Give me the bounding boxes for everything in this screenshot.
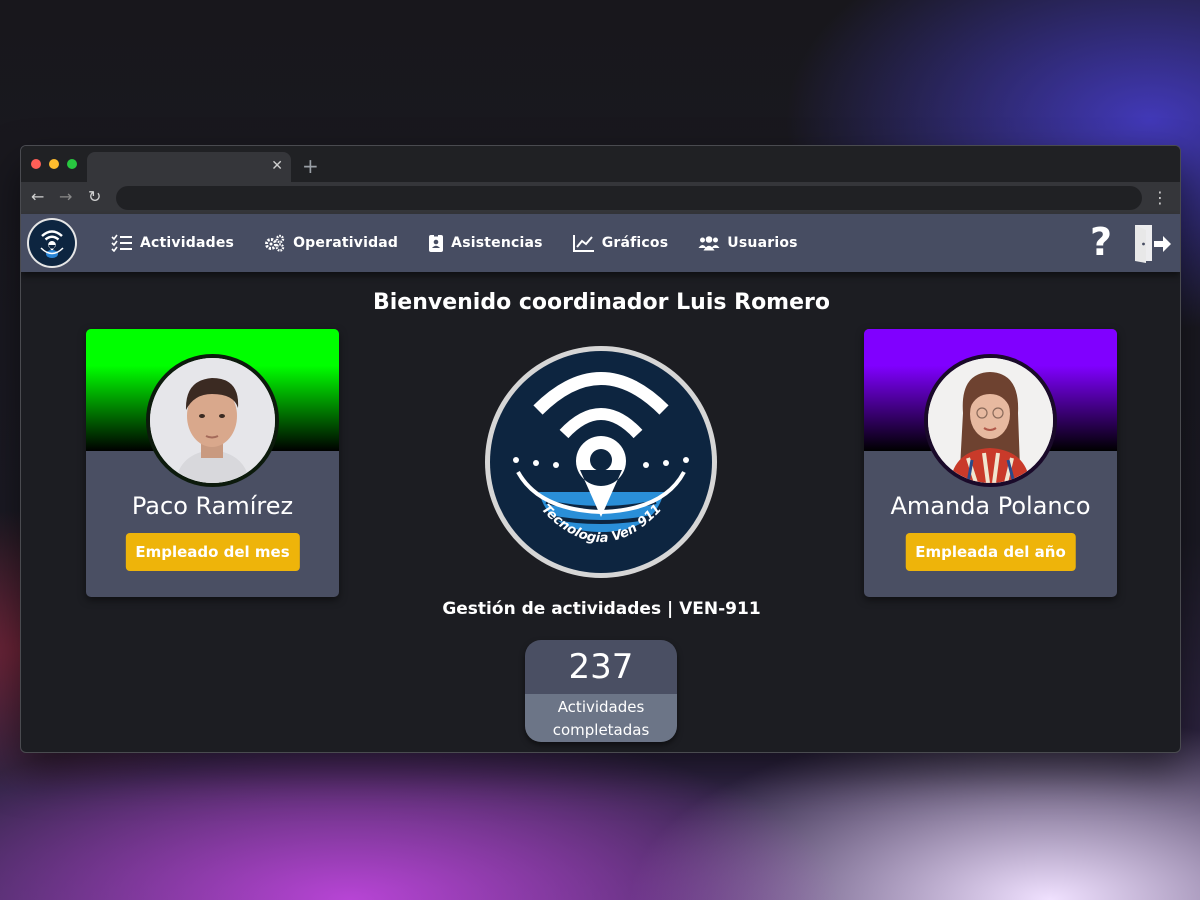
- brand-logo[interactable]: [26, 217, 78, 269]
- logout-icon[interactable]: [1132, 222, 1172, 268]
- avatar: [924, 354, 1057, 487]
- app-subtitle: Gestión de actividades | VEN-911: [442, 599, 761, 619]
- counter-label-line2: completadas: [552, 721, 650, 739]
- welcome-title: Bienvenido coordinador Luis Romero: [372, 290, 830, 315]
- nav-actividades[interactable]: Actividades: [111, 234, 234, 252]
- counter-label: Actividades completadas: [525, 694, 677, 742]
- checklist-icon: [111, 234, 132, 252]
- nav-usuarios[interactable]: Usuarios: [698, 235, 797, 251]
- browser-tab-bar: ✕ +: [21, 146, 1180, 182]
- nav-operatividad-label: Operatividad: [293, 235, 399, 251]
- back-arrow-icon[interactable]: ←: [31, 187, 44, 206]
- dashboard-content: Bienvenido coordinador Luis Romero Paco …: [21, 272, 1180, 752]
- browser-tab[interactable]: ✕: [87, 152, 291, 182]
- avatar: [146, 354, 279, 487]
- main-logo: Tecnologia Ven 911: [484, 342, 718, 582]
- employee-name: Paco Ramírez: [131, 492, 294, 520]
- app-navbar: Actividades Operatividad Asistencias Grá…: [21, 214, 1180, 272]
- browser-toolbar: ← → ↻ ⋮: [21, 182, 1180, 214]
- reload-icon[interactable]: ↻: [88, 187, 101, 206]
- nav-actividades-label: Actividades: [140, 235, 235, 251]
- counter-value: 237: [525, 640, 677, 694]
- id-badge-icon: [429, 233, 444, 252]
- browser-menu-icon[interactable]: ⋮: [1152, 188, 1168, 207]
- browser-window: ✕ + ← → ↻ ⋮ Actividades Operatividad Asi…: [20, 145, 1181, 753]
- nav-graficos-label: Gráficos: [601, 235, 669, 251]
- users-icon: [698, 236, 720, 251]
- nav-graficos[interactable]: Gráficos: [572, 234, 669, 252]
- forward-arrow-icon[interactable]: →: [59, 187, 72, 206]
- new-tab-icon[interactable]: +: [302, 154, 319, 178]
- employee-name: Amanda Polanco: [890, 492, 1091, 520]
- address-bar[interactable]: [116, 186, 1142, 210]
- window-controls: [31, 159, 77, 169]
- nav-asistencias-label: Asistencias: [451, 235, 543, 251]
- minimize-window-button[interactable]: [49, 159, 59, 169]
- maximize-window-button[interactable]: [67, 159, 77, 169]
- employee-of-month-button[interactable]: Empleado del mes: [125, 533, 300, 571]
- nav-asistencias[interactable]: Asistencias: [428, 233, 543, 253]
- counter-label-line1: Actividades: [557, 698, 645, 716]
- line-chart-icon: [572, 235, 594, 252]
- gears-icon: [265, 234, 285, 252]
- close-window-button[interactable]: [31, 159, 41, 169]
- nav-usuarios-label: Usuarios: [727, 235, 798, 251]
- nav-operatividad[interactable]: Operatividad: [264, 234, 398, 252]
- activities-counter: 237 Actividades completadas: [525, 640, 677, 742]
- help-icon[interactable]: ?: [1090, 220, 1112, 264]
- employee-of-year-button[interactable]: Empleada del año: [905, 533, 1076, 571]
- tab-close-icon[interactable]: ✕: [271, 158, 283, 174]
- employee-of-month-card: Paco Ramírez Empleado del mes: [86, 329, 339, 597]
- employee-of-year-card: Amanda Polanco Empleada del año: [864, 329, 1117, 597]
